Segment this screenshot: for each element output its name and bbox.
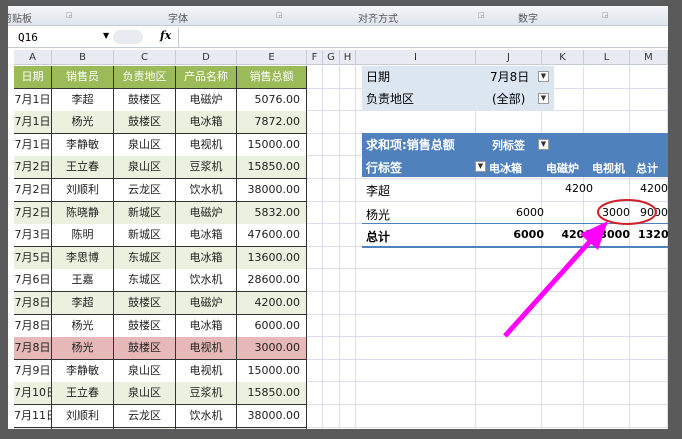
excel-window: 剪贴板 ◲ 字体 ◲ 对齐方式 ◲ 数字 ◲ Q16 ▼ fx ABCDEFGH… [8, 6, 668, 429]
highlight-ellipse [597, 199, 657, 225]
arrow-icon [503, 236, 595, 338]
annotation-overlay [503, 199, 657, 338]
